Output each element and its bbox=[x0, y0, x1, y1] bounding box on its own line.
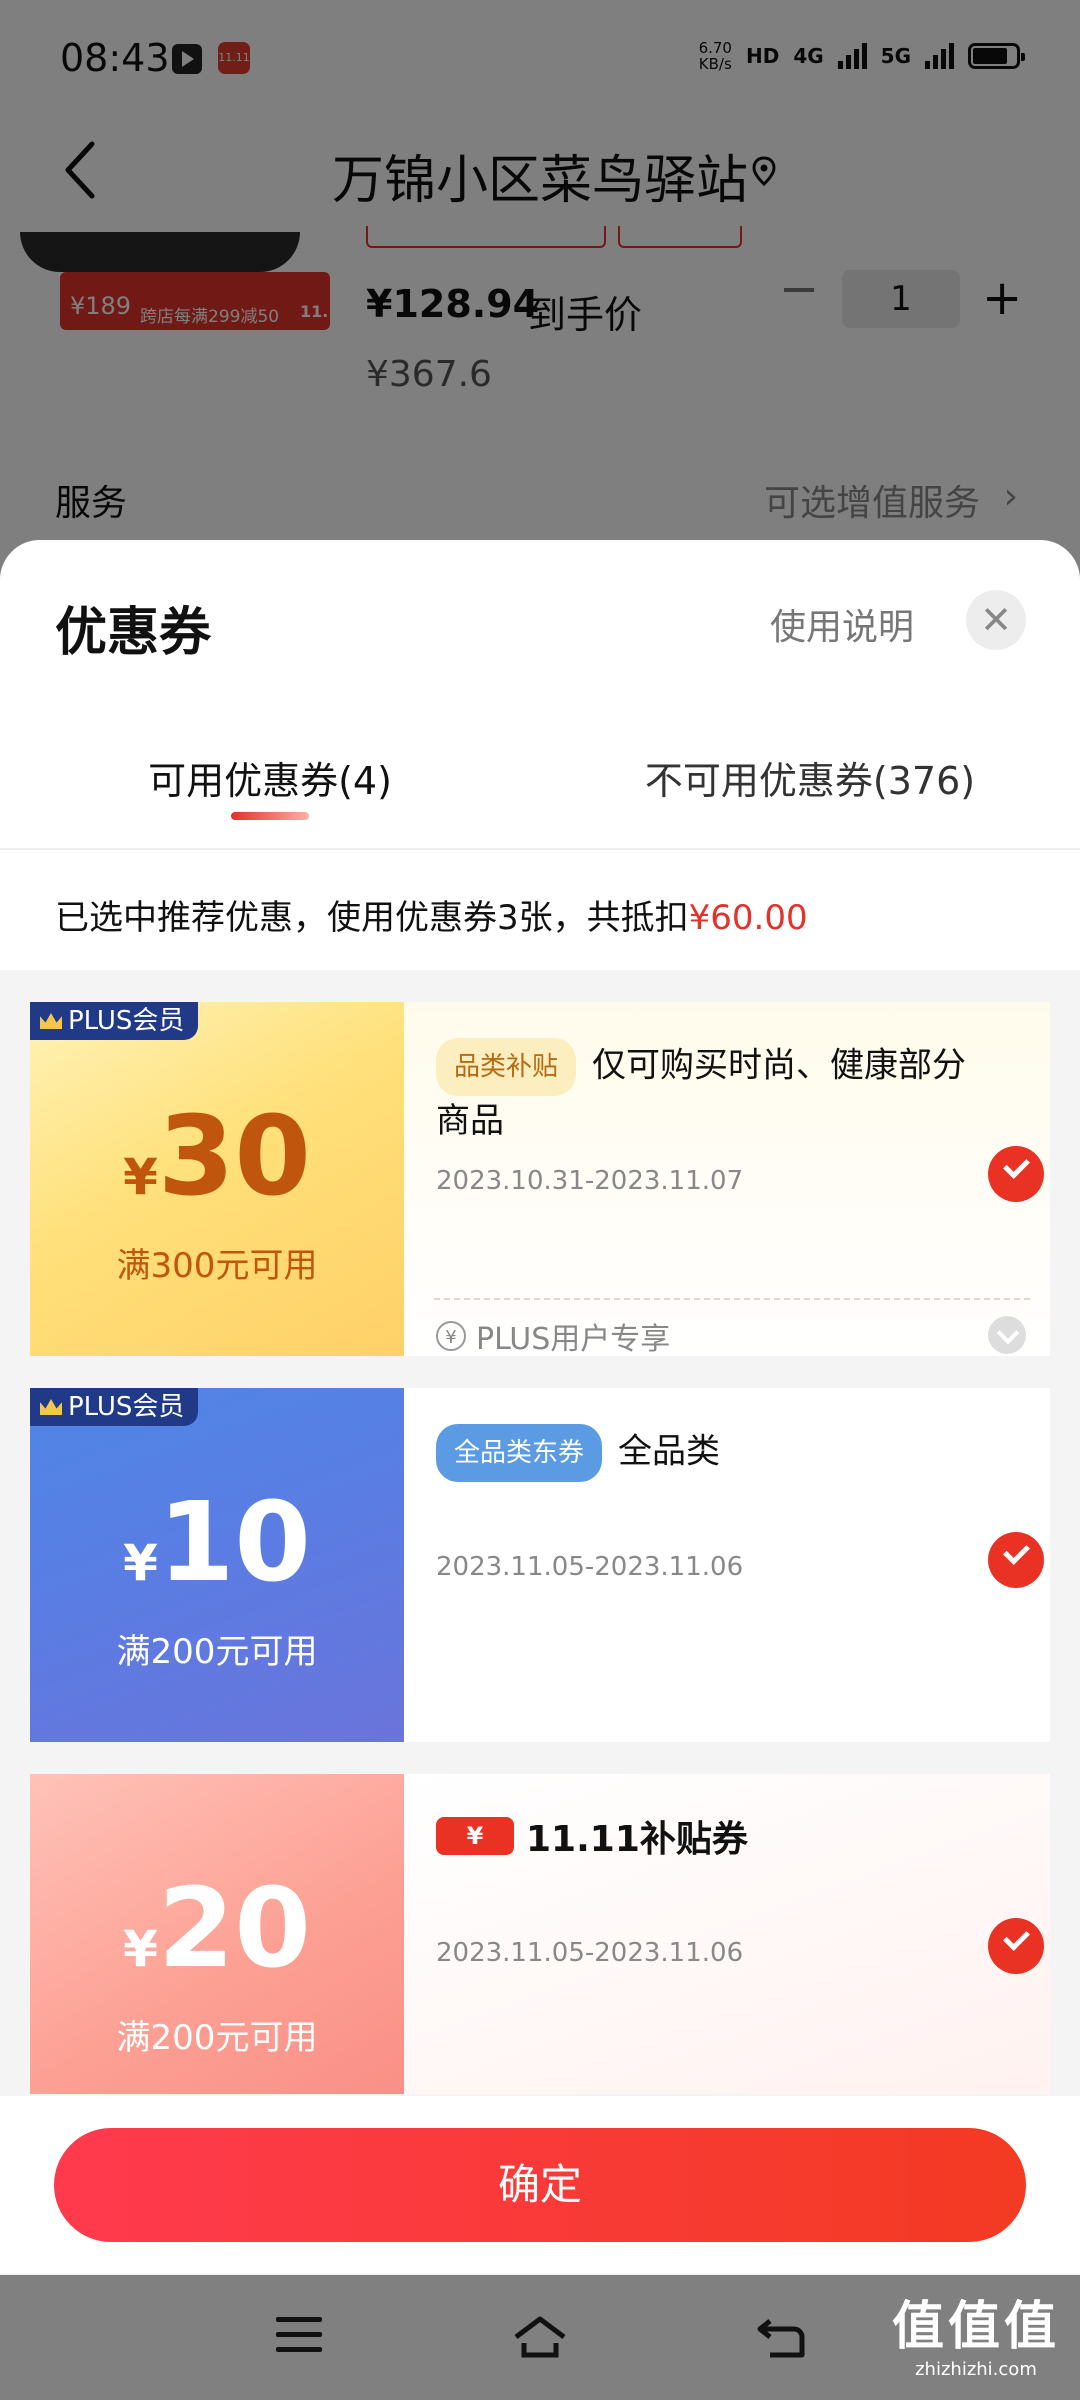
summary-text: 已选中推荐优惠，使用优惠券3张，共抵扣 bbox=[55, 898, 689, 938]
watermark-text: 值值值 bbox=[891, 2297, 1060, 2357]
close-icon[interactable]: ✕ bbox=[966, 590, 1026, 650]
modal-backdrop[interactable] bbox=[0, 0, 1080, 560]
coupon-badge: 品类补贴 bbox=[436, 1038, 577, 1096]
checked-icon[interactable] bbox=[988, 1918, 1044, 1974]
checked-icon[interactable] bbox=[988, 1532, 1044, 1588]
watermark: 值值值 zhizhizhi.com bbox=[892, 2284, 1060, 2380]
coupon-amount-number: 20 bbox=[157, 1864, 311, 1992]
confirm-button[interactable]: 确定 bbox=[54, 2128, 1026, 2242]
yen-symbol: ¥ bbox=[123, 1920, 158, 1978]
sheet-title: 优惠券 bbox=[55, 603, 212, 663]
crown-icon bbox=[40, 1013, 62, 1029]
dashed-divider bbox=[434, 1298, 1030, 1300]
yen-symbol: ¥ bbox=[123, 1534, 158, 1592]
coupon-amount: ¥30 bbox=[30, 1092, 404, 1220]
coupon-amount: ¥10 bbox=[30, 1478, 404, 1606]
home-icon[interactable] bbox=[512, 2315, 568, 2359]
coupon-condition: 满300元可用 bbox=[116, 1246, 318, 1286]
coupon-badge: 全品类东券 bbox=[436, 1424, 603, 1482]
subsidy-logo-mark: ¥ bbox=[436, 1817, 514, 1855]
coupon-amount: ¥20 bbox=[30, 1864, 404, 1992]
member-tag: PLUS会员 bbox=[68, 1392, 185, 1422]
member-tag: PLUS会员 bbox=[68, 1006, 185, 1036]
watermark-url: zhizhizhi.com bbox=[915, 2359, 1037, 2380]
coupon-date: 2023.11.05-2023.11.06 bbox=[436, 1552, 744, 1582]
coupon-card[interactable]: PLUS会员 ¥30 满300元可用 品类补贴 仅可购买时尚、健康部分商品 202… bbox=[30, 1002, 1050, 1356]
yen-circle-icon: ¥ bbox=[436, 1321, 466, 1351]
plus-member-badge: PLUS会员 bbox=[30, 1002, 199, 1040]
chevron-down-icon[interactable] bbox=[988, 1316, 1026, 1354]
active-tab-indicator bbox=[231, 812, 309, 820]
plus-member-badge: PLUS会员 bbox=[30, 1388, 199, 1426]
coupon-card[interactable]: PLUS会员 ¥10 满200元可用 全品类东券 全品类 2023.11.05-2… bbox=[30, 1388, 1050, 1742]
menu-icon[interactable] bbox=[276, 2317, 322, 2353]
sheet-header: 优惠券 使用说明 ✕ 可用优惠券(4) 不可用优惠券(376) bbox=[0, 540, 1080, 850]
coupon-detail-panel: 全品类东券 全品类 2023.11.05-2023.11.06 bbox=[404, 1388, 1050, 1742]
checked-icon[interactable] bbox=[988, 1146, 1044, 1202]
coupon-detail-panel: ¥11.11补贴券 2023.11.05-2023.11.06 bbox=[404, 1774, 1050, 2094]
subsidy-logo: ¥11.11补贴券 bbox=[436, 1810, 748, 1862]
coupon-value-panel: PLUS会员 ¥10 满200元可用 bbox=[30, 1388, 404, 1742]
coupon-date: 2023.11.05-2023.11.06 bbox=[436, 1938, 744, 1968]
system-navigation-bar: 值值值 zhizhizhi.com bbox=[0, 2275, 1080, 2400]
tab-unavailable-coupons[interactable]: 不可用优惠券(376) bbox=[540, 750, 1080, 805]
coupon-value-panel: PLUS会员 ¥30 满300元可用 bbox=[30, 1002, 404, 1356]
tab-available-coupons[interactable]: 可用优惠券(4) bbox=[0, 750, 540, 805]
coupon-title-text: 全品类 bbox=[618, 1431, 721, 1472]
coupon-title: 全品类东券 全品类 bbox=[436, 1424, 980, 1482]
coupon-title-text: 11.11补贴券 bbox=[526, 1819, 748, 1860]
coupon-amount-number: 10 bbox=[157, 1478, 311, 1606]
coupon-condition: 满200元可用 bbox=[116, 2018, 318, 2058]
summary-amount: ¥60.00 bbox=[688, 898, 808, 938]
coupon-title: 品类补贴 仅可购买时尚、健康部分商品 bbox=[436, 1038, 980, 1146]
coupon-sheet: 优惠券 使用说明 ✕ 可用优惠券(4) 不可用优惠券(376) 已选中推荐优惠，… bbox=[0, 540, 1080, 2275]
crown-icon bbox=[40, 1399, 62, 1415]
coupon-value-panel: ¥20 满200元可用 bbox=[30, 1774, 404, 2094]
coupon-condition: 满200元可用 bbox=[116, 1632, 318, 1672]
usage-instructions-link[interactable]: 使用说明 bbox=[770, 598, 914, 650]
coupon-date: 2023.10.31-2023.11.07 bbox=[436, 1166, 744, 1196]
coupon-amount-number: 30 bbox=[157, 1092, 311, 1220]
coupon-card[interactable]: ¥20 满200元可用 ¥11.11补贴券 2023.11.05-2023.11… bbox=[30, 1774, 1050, 2094]
yen-symbol: ¥ bbox=[123, 1148, 158, 1206]
discount-summary: 已选中推荐优惠，使用优惠券3张，共抵扣¥60.00 bbox=[55, 890, 808, 939]
coupon-footer: ¥ PLUS用户专享 bbox=[436, 1314, 670, 1356]
coupon-detail-panel: 品类补贴 仅可购买时尚、健康部分商品 2023.10.31-2023.11.07 … bbox=[404, 1002, 1050, 1356]
back-icon[interactable] bbox=[756, 2315, 806, 2359]
coupon-footer-text: PLUS用户专享 bbox=[476, 1322, 671, 1356]
